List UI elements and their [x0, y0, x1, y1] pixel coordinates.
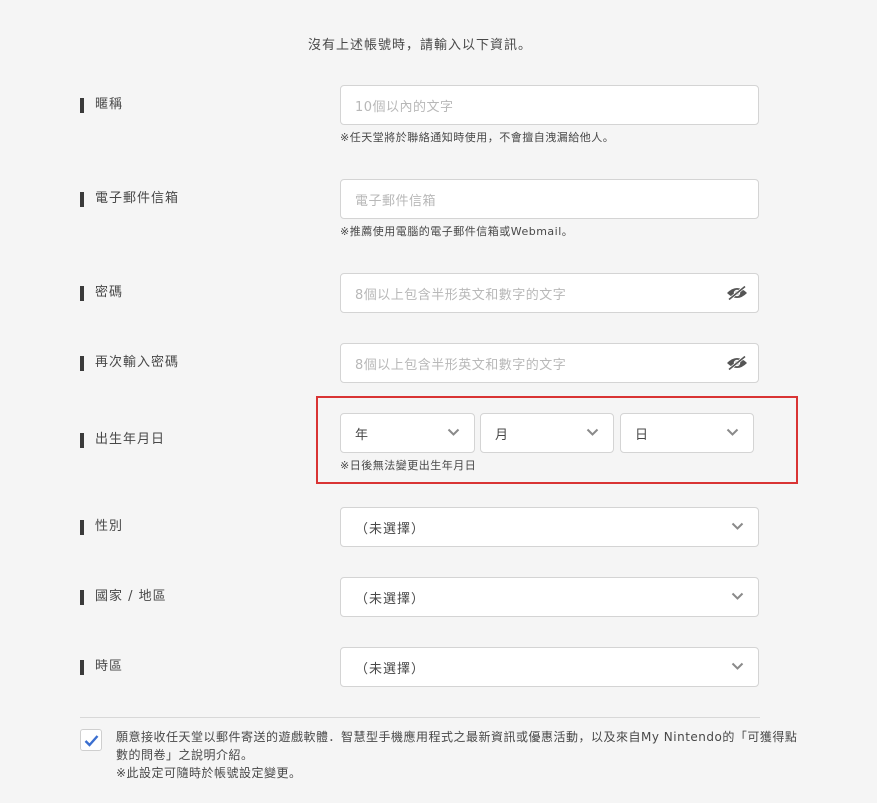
gender-label-text: 性別 [95, 519, 124, 534]
check-icon [84, 735, 99, 747]
gender-label: 性別 [80, 518, 123, 536]
nickname-note: ※任天堂將於聯絡通知時使用，不會擅自洩漏給他人。 [340, 131, 615, 144]
eye-icon[interactable] [726, 355, 748, 371]
consent-checkbox[interactable] [80, 729, 102, 751]
gender-select[interactable]: （未選擇） [340, 507, 759, 547]
birthday-label-text: 出生年月日 [95, 432, 166, 447]
email-field[interactable]: 電子郵件信箱 [340, 179, 759, 219]
country-label-text: 國家 / 地區 [95, 589, 167, 604]
chevron-down-icon [731, 592, 744, 600]
password-confirm-label: 再次輸入密碼 [80, 354, 179, 372]
divider [80, 717, 760, 718]
timezone-select[interactable]: （未選擇） [340, 647, 759, 687]
label-bar [80, 659, 84, 675]
eye-icon[interactable] [726, 285, 748, 301]
country-value: （未選擇） [355, 591, 426, 607]
label-bar [80, 355, 84, 371]
nickname-input[interactable]: 10個以內的文字 [340, 85, 759, 125]
password-confirm-placeholder: 8個以上包含半形英文和數字的文字 [355, 357, 567, 373]
password-label-text: 密碼 [95, 285, 124, 300]
label-bar [80, 589, 84, 605]
birthday-highlight-box [316, 396, 798, 484]
nickname-label-text: 暱稱 [95, 97, 124, 112]
chevron-down-icon [731, 662, 744, 670]
email-note: ※推薦使用電腦的電子郵件信箱或Webmail。 [340, 225, 574, 238]
timezone-label: 時區 [80, 658, 123, 676]
birthday-label: 出生年月日 [80, 431, 165, 449]
timezone-value: （未選擇） [355, 661, 426, 677]
timezone-label-text: 時區 [95, 659, 124, 674]
label-bar [80, 519, 84, 535]
label-bar [80, 191, 84, 207]
gender-value: （未選擇） [355, 521, 426, 537]
email-label: 電子郵件信箱 [80, 190, 179, 208]
email-placeholder: 電子郵件信箱 [355, 193, 437, 209]
label-bar [80, 285, 84, 301]
email-label-text: 電子郵件信箱 [95, 191, 180, 206]
label-bar [80, 432, 84, 448]
consent-line-2: 數的問卷」之說明介紹。 [116, 748, 254, 762]
password-confirm-field[interactable]: 8個以上包含半形英文和數字的文字 [340, 343, 759, 383]
country-label: 國家 / 地區 [80, 588, 167, 606]
consent-text: 願意接收任天堂以郵件寄送的遊戲軟體．智慧型手機應用程式之最新資訊或優惠活動，以及… [116, 728, 798, 782]
consent-line-3: ※此設定可隨時於帳號設定變更。 [116, 766, 302, 780]
label-bar [80, 97, 84, 113]
password-placeholder: 8個以上包含半形英文和數字的文字 [355, 287, 567, 303]
nickname-placeholder: 10個以內的文字 [355, 99, 454, 115]
password-confirm-label-text: 再次輸入密碼 [95, 355, 180, 370]
consent-line-1: 願意接收任天堂以郵件寄送的遊戲軟體．智慧型手機應用程式之最新資訊或優惠活動，以及… [116, 730, 798, 744]
nickname-label: 暱稱 [80, 96, 123, 114]
password-label: 密碼 [80, 284, 123, 302]
country-select[interactable]: （未選擇） [340, 577, 759, 617]
chevron-down-icon [731, 522, 744, 530]
password-field[interactable]: 8個以上包含半形英文和數字的文字 [340, 273, 759, 313]
intro-text: 沒有上述帳號時，請輸入以下資訊。 [307, 38, 532, 53]
